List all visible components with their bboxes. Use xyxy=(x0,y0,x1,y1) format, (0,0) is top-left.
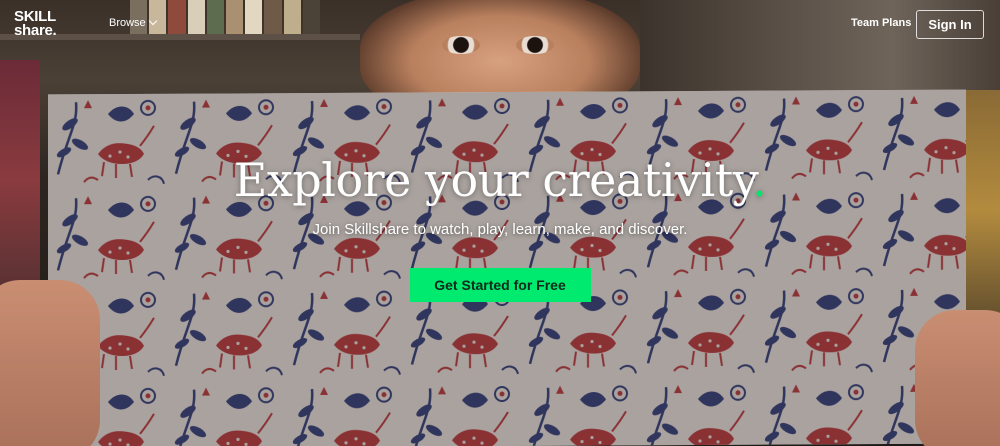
top-navigation: SKILL share. Browse Team Plans Sign In xyxy=(0,0,1000,52)
hero-title: Explore your creativity. xyxy=(0,150,1000,210)
right-hand xyxy=(915,310,1000,446)
hero-title-dot: . xyxy=(752,153,767,207)
browse-label: Browse xyxy=(109,17,146,29)
hero-subtitle: Join Skillshare to watch, play, learn, m… xyxy=(312,221,688,238)
browse-menu[interactable]: Browse xyxy=(109,16,157,29)
logo-line-2: share. xyxy=(14,22,57,39)
hero-title-text: Explore your creativity xyxy=(233,153,753,207)
hero-section: Explore your creativity. Join Skillshare… xyxy=(0,150,1000,302)
sign-in-button[interactable]: Sign In xyxy=(916,10,984,39)
left-hand xyxy=(0,280,100,446)
team-plans-link[interactable]: Team Plans xyxy=(851,17,911,29)
get-started-button[interactable]: Get Started for Free xyxy=(409,268,591,302)
skillshare-logo[interactable]: SKILL share. xyxy=(14,9,84,39)
chevron-down-icon xyxy=(148,16,157,26)
